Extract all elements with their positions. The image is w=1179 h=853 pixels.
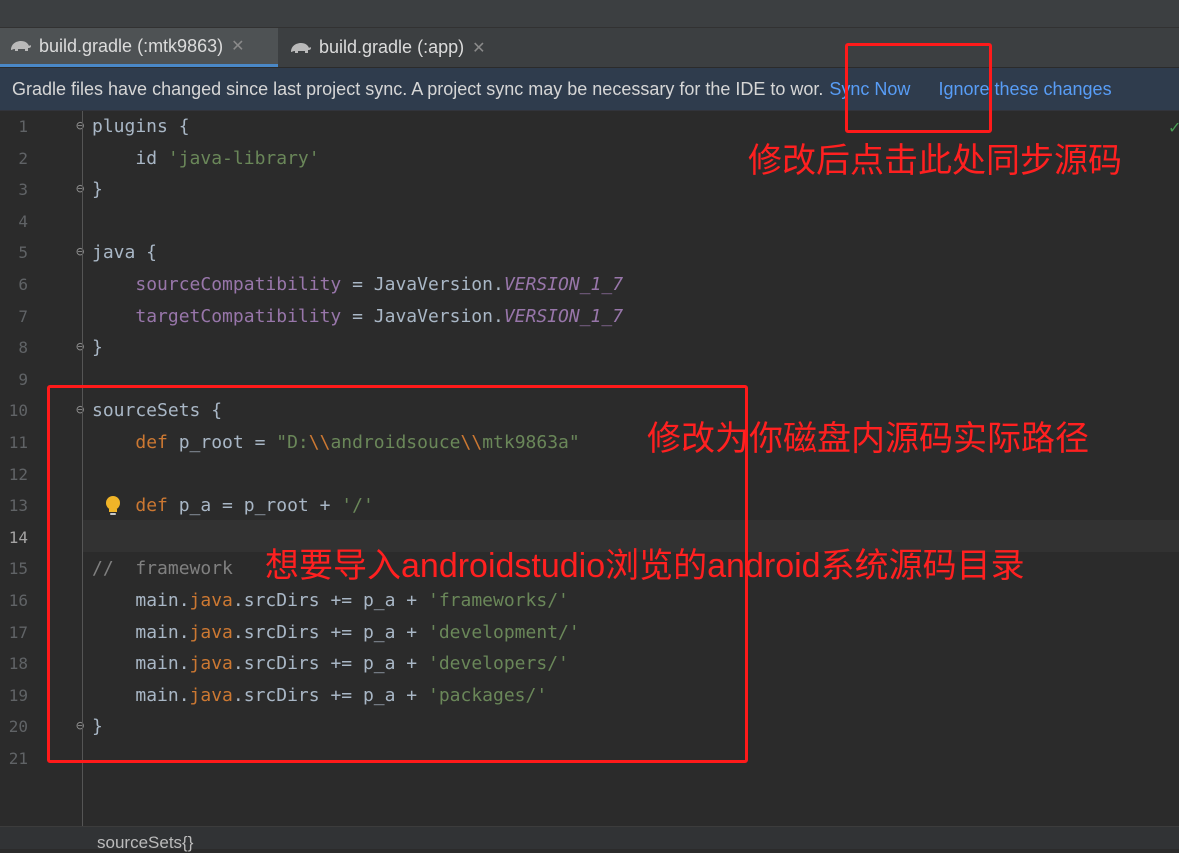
fold-end-icon[interactable]: ⊖ <box>76 332 90 364</box>
line-number: 9 <box>18 369 28 389</box>
line-number: 15 <box>8 559 28 579</box>
line-number: 8 <box>18 338 28 358</box>
tab-label: build.gradle (:app) <box>319 37 465 57</box>
sync-highlight-box <box>845 43 992 133</box>
line-number: 11 <box>8 433 28 452</box>
code-line: sourceCompatibility = JavaVersion.VERSIO… <box>135 273 624 295</box>
line-number: 20 <box>8 717 28 737</box>
breadcrumb-bar: sourceSets{} <box>0 826 1179 852</box>
gradle-sync-banner: Gradle files have changed since last pro… <box>0 68 1179 111</box>
fold-open-icon[interactable]: ⊖ <box>76 111 90 143</box>
line-number: 7 <box>18 306 28 326</box>
banner-message: Gradle files have changed since last pro… <box>12 78 824 99</box>
line-number: 13 <box>8 496 28 516</box>
code-line: } <box>92 337 103 359</box>
line-number: 4 <box>18 211 28 231</box>
fold-open-icon[interactable]: ⊖ <box>76 237 90 269</box>
line-number: 21 <box>8 749 28 768</box>
line-number: 3 <box>18 180 28 200</box>
line-number: 6 <box>18 275 28 294</box>
window-title-bar <box>0 0 1179 28</box>
line-number: 12 <box>8 464 28 484</box>
line-number: 18 <box>8 654 28 674</box>
line-number: 2 <box>18 148 28 168</box>
tab-build-gradle-mtk9863[interactable]: build.gradle (:mtk9863) ✕ <box>0 28 278 67</box>
line-number: 5 <box>18 243 28 263</box>
tab-label: build.gradle (:mtk9863) <box>39 35 224 56</box>
annotation-path: 修改为你磁盘内源码实际路径 <box>647 420 1089 458</box>
code-line: targetCompatibility = JavaVersion.VERSIO… <box>135 305 624 327</box>
gradle-icon <box>11 41 31 51</box>
close-icon[interactable]: ✕ <box>472 38 485 58</box>
tab-build-gradle-app[interactable]: build.gradle (:app) ✕ <box>280 28 510 67</box>
annotation-sync: 修改后点击此处同步源码 <box>748 142 1122 180</box>
gradle-icon <box>291 42 311 53</box>
fold-end-icon[interactable]: ⊖ <box>76 174 90 206</box>
editor-tab-bar: build.gradle (:mtk9863) ✕ build.gradle (… <box>0 28 1179 68</box>
line-number: 17 <box>8 622 28 642</box>
code-line: plugins { <box>92 116 190 137</box>
line-number: 19 <box>8 685 28 705</box>
annotation-import: 想要导入androidstudio浏览的android系统源码目录 <box>265 547 1025 585</box>
close-icon[interactable]: ✕ <box>231 36 244 56</box>
line-number: 10 <box>8 401 28 421</box>
code-line: java { <box>92 242 158 264</box>
line-number: 14 <box>8 527 28 547</box>
line-number: 16 <box>8 591 28 610</box>
breadcrumb[interactable]: sourceSets{} <box>97 833 193 853</box>
line-number: 1 <box>18 117 28 136</box>
inspection-ok-icon[interactable]: ✓ <box>1168 118 1179 138</box>
